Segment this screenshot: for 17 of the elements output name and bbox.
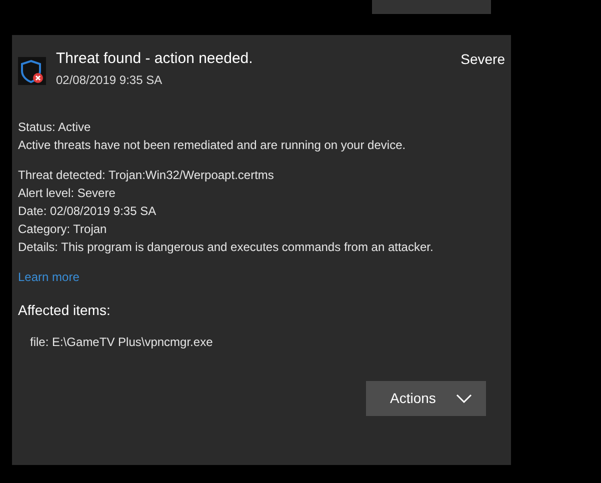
- status-description: Active threats have not been remediated and are running on your device.: [18, 137, 407, 154]
- affected-file: file: E:\GameTV Plus\vpncmgr.exe: [30, 334, 214, 351]
- detail-text: Category: Trojan: [18, 221, 108, 238]
- detail-text: Details: This program is dangerous and executes commands from an attacker.: [18, 239, 434, 256]
- detail-text: Status: Active: [18, 119, 92, 136]
- learn-more-link[interactable]: Learn more: [18, 268, 80, 286]
- affected-items-heading: Affected items:: [18, 301, 112, 320]
- detail-text: Date: 02/08/2019 9:35 SA: [18, 203, 158, 220]
- shield-warning-icon: [18, 57, 46, 85]
- actions-button[interactable]: Actions: [366, 381, 486, 416]
- alert-timestamp: 02/08/2019 9:35 SA: [56, 72, 164, 89]
- chevron-down-icon: [456, 394, 472, 403]
- filter-button[interactable]: [372, 0, 491, 14]
- detail-text: Alert level: Severe: [18, 185, 116, 202]
- alert-title: Threat found - action needed.: [56, 49, 254, 69]
- severity-label: Severe: [460, 50, 505, 69]
- detail-text: Threat detected: Trojan:Win32/Werpoapt.certms: [18, 167, 275, 184]
